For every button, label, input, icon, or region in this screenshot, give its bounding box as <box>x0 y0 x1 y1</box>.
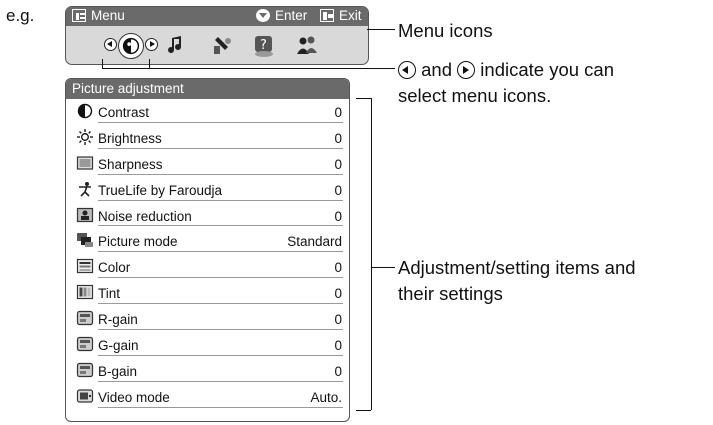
panel-title: Picture adjustment <box>66 79 349 99</box>
item-label: Contrast <box>98 105 150 120</box>
adjustment-list: Contrast 0 Brightness 0 Sharpness 0 TrueLife b… <box>66 99 349 410</box>
g-gain-icon <box>76 336 94 352</box>
nav-bracket-bottom <box>102 68 395 69</box>
items-callout-line1: Adjustment/setting items and <box>398 257 636 278</box>
item-divider <box>98 277 343 279</box>
item-value: 0 <box>334 338 342 354</box>
picture-mode-icon <box>76 232 94 248</box>
item-divider <box>98 199 343 201</box>
item-value: 0 <box>334 286 342 302</box>
adjustment-item-sharpness[interactable]: Sharpness 0 <box>66 151 349 177</box>
people-icon[interactable] <box>294 33 320 59</box>
nav-callout-and: and <box>421 59 453 80</box>
nav-right-arrow-icon[interactable] <box>145 38 158 51</box>
adjustment-item-g-gain[interactable]: G-gain 0 <box>66 332 349 358</box>
item-divider <box>98 173 343 175</box>
nav-callout-rest: indicate you can <box>480 59 614 80</box>
item-label: TrueLife by Faroudja <box>98 182 223 198</box>
brightness-icon <box>76 128 94 145</box>
menu-icon <box>72 9 86 22</box>
item-value: 0 <box>334 260 342 276</box>
item-label: B-gain <box>98 363 138 379</box>
adjustment-item-r-gain[interactable]: R-gain 0 <box>66 306 349 332</box>
color-icon <box>76 258 94 274</box>
item-value: Auto. <box>310 389 342 405</box>
item-value: 0 <box>334 182 342 198</box>
item-label: Video mode <box>98 389 170 405</box>
picture-adjustment-panel: Picture adjustment Contrast 0 Brightness 0 S… <box>65 78 350 422</box>
menu-panel: Menu Enter Exit ? <box>65 6 369 65</box>
item-divider <box>98 354 343 356</box>
adjustment-item-brightness[interactable]: Brightness 0 <box>66 125 349 151</box>
menu-icons-callout: Menu icons <box>398 20 493 41</box>
item-value: Standard <box>287 234 342 250</box>
item-divider <box>98 329 343 331</box>
items-bracket-bottom <box>356 410 371 411</box>
item-label: Brightness <box>98 130 162 146</box>
item-value: 0 <box>334 208 342 224</box>
items-bracket-side <box>371 98 372 410</box>
exit-label: Exit <box>339 8 362 23</box>
adjustment-item-truelife-by-faroudja[interactable]: TrueLife by Faroudja 0 <box>66 177 349 203</box>
sharpness-icon <box>76 155 94 171</box>
right-arrow-icon <box>457 61 476 79</box>
adjustment-item-b-gain[interactable]: B-gain 0 <box>66 358 349 384</box>
item-value: 0 <box>334 105 342 120</box>
exit-hint: Exit <box>320 8 362 23</box>
r-gain-icon <box>76 310 94 326</box>
item-label: Sharpness <box>98 156 163 172</box>
tint-icon <box>76 284 94 300</box>
adjustment-item-contrast[interactable]: Contrast 0 <box>66 99 349 125</box>
svg-text:?: ? <box>260 38 267 53</box>
menu-bar: Menu Enter Exit <box>66 7 368 26</box>
noise-reduction-icon <box>76 207 94 223</box>
item-label: Picture mode <box>98 234 178 250</box>
item-label: Tint <box>98 286 121 302</box>
adjustment-item-tint[interactable]: Tint 0 <box>66 280 349 306</box>
adjustment-item-color[interactable]: Color 0 <box>66 254 349 280</box>
item-divider <box>98 380 343 382</box>
left-arrow-icon <box>398 61 416 79</box>
item-value: 0 <box>334 130 342 146</box>
item-value: 0 <box>334 156 342 172</box>
enter-icon <box>256 9 270 22</box>
item-divider <box>98 225 343 227</box>
setup-icon[interactable] <box>209 33 235 59</box>
truelife-icon <box>76 181 94 197</box>
nav-callout-line2: select menu icons. <box>398 85 552 106</box>
menu-icons-leader <box>367 29 395 30</box>
item-divider <box>98 121 343 123</box>
adjustment-item-video-mode[interactable]: Video mode Auto. <box>66 384 349 410</box>
menu-title: Menu <box>72 8 125 23</box>
item-label: Noise reduction <box>98 208 192 224</box>
contrast-icon <box>76 103 94 119</box>
enter-hint: Enter <box>256 8 307 23</box>
video-mode-icon <box>76 388 94 404</box>
items-callout-line2: their settings <box>398 283 503 304</box>
item-label: G-gain <box>98 338 139 354</box>
adjustment-item-noise-reduction[interactable]: Noise reduction 0 <box>66 203 349 229</box>
nav-callout: and indicate you can <box>398 57 614 82</box>
adjustment-item-picture-mode[interactable]: Picture mode Standard <box>66 228 349 254</box>
example-label: e.g. <box>6 6 35 25</box>
picture-icon[interactable] <box>118 33 144 59</box>
items-bracket-top <box>356 98 371 99</box>
nav-left-arrow-icon[interactable] <box>104 38 117 51</box>
b-gain-icon <box>76 362 94 378</box>
item-label: R-gain <box>98 312 138 328</box>
items-leader <box>371 267 395 268</box>
item-value: 0 <box>334 312 342 328</box>
enter-label: Enter <box>275 8 308 23</box>
item-divider <box>98 406 343 408</box>
item-divider <box>98 303 343 305</box>
exit-icon <box>320 9 334 22</box>
item-value: 0 <box>334 363 342 379</box>
menu-title-label: Menu <box>91 8 125 23</box>
item-divider <box>98 147 343 149</box>
item-label: Color <box>98 260 131 276</box>
menu-icon-row: ? <box>66 26 368 64</box>
item-divider <box>98 251 343 253</box>
sound-icon[interactable] <box>164 33 190 59</box>
help-icon[interactable]: ? <box>251 33 277 59</box>
